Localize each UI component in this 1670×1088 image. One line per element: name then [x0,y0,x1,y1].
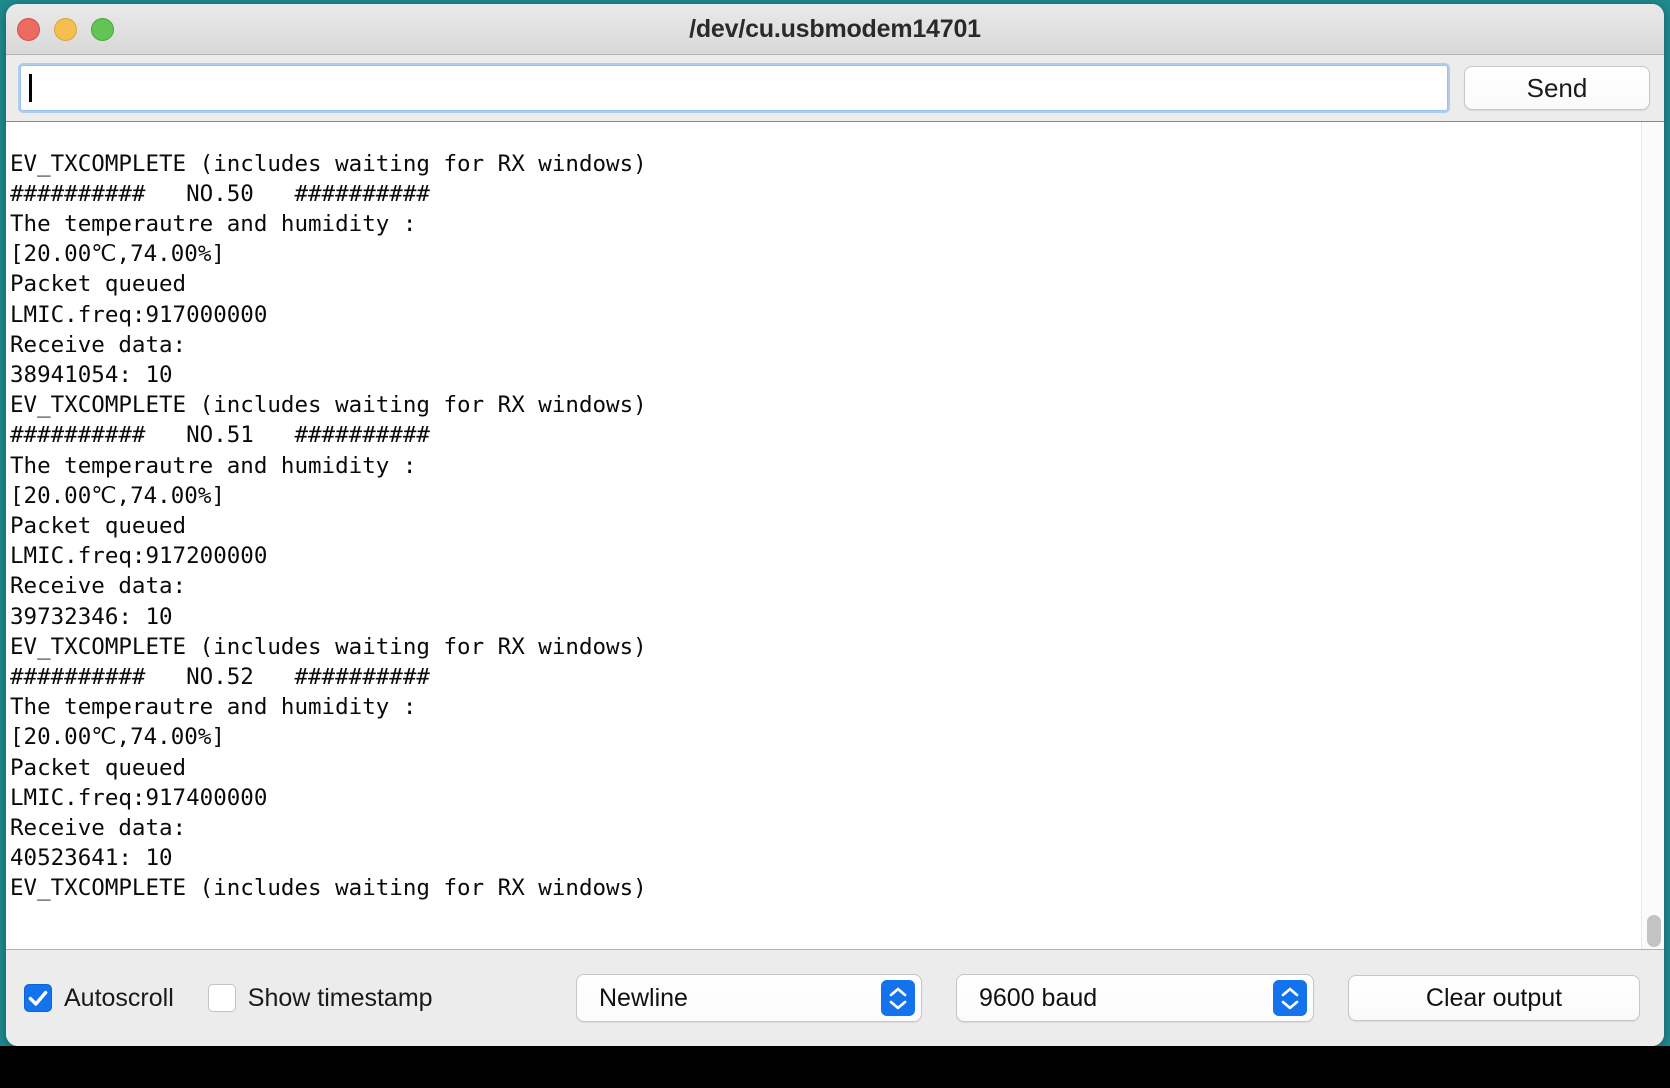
console-scrollbar-thumb[interactable] [1647,915,1661,947]
chevron-up-icon [889,987,907,996]
line-ending-select[interactable]: Newline [576,974,922,1022]
serial-monitor-window: /dev/cu.usbmodem14701 Send EV_TXCOMPLETE… [6,4,1664,1046]
autoscroll-checkbox-group[interactable]: Autoscroll [24,984,174,1013]
console-scrollbar[interactable] [1641,122,1664,949]
baud-rate-select[interactable]: 9600 baud [956,974,1314,1022]
window-titlebar: /dev/cu.usbmodem14701 [6,4,1664,55]
show-timestamp-checkbox[interactable] [207,984,236,1012]
chevron-updown-icon[interactable] [1273,980,1307,1016]
show-timestamp-label: Show timestamp [247,983,433,1012]
text-caret [29,74,32,102]
autoscroll-label: Autoscroll [64,983,174,1012]
minimize-window-icon[interactable] [54,17,77,41]
chevron-up-icon [1281,987,1299,996]
clear-output-button[interactable]: Clear output [1348,975,1640,1021]
send-input[interactable] [27,66,1441,110]
zoom-window-icon[interactable] [91,17,114,41]
baud-rate-value: 9600 baud [979,983,1098,1012]
send-message-row: Send [6,55,1664,121]
autoscroll-checkbox[interactable] [24,984,52,1012]
chevron-updown-icon[interactable] [881,980,915,1016]
line-ending-value: Newline [599,983,688,1012]
checkmark-icon [28,990,48,1006]
console-output-text: EV_TXCOMPLETE (includes waiting for RX w… [10,150,647,902]
send-button[interactable]: Send [1464,66,1650,110]
traffic-lights [17,4,114,54]
chevron-down-icon [889,1000,907,1009]
console-output-area: EV_TXCOMPLETE (includes waiting for RX w… [6,121,1664,950]
send-input-wrapper[interactable] [20,65,1448,111]
bottom-toolbar: Autoscroll Show timestamp Newline 9600 b… [6,950,1664,1046]
close-window-icon[interactable] [17,17,40,41]
show-timestamp-checkbox-group[interactable]: Show timestamp [207,983,433,1013]
chevron-down-icon [1281,1000,1299,1009]
page-title: /dev/cu.usbmodem14701 [689,14,981,43]
